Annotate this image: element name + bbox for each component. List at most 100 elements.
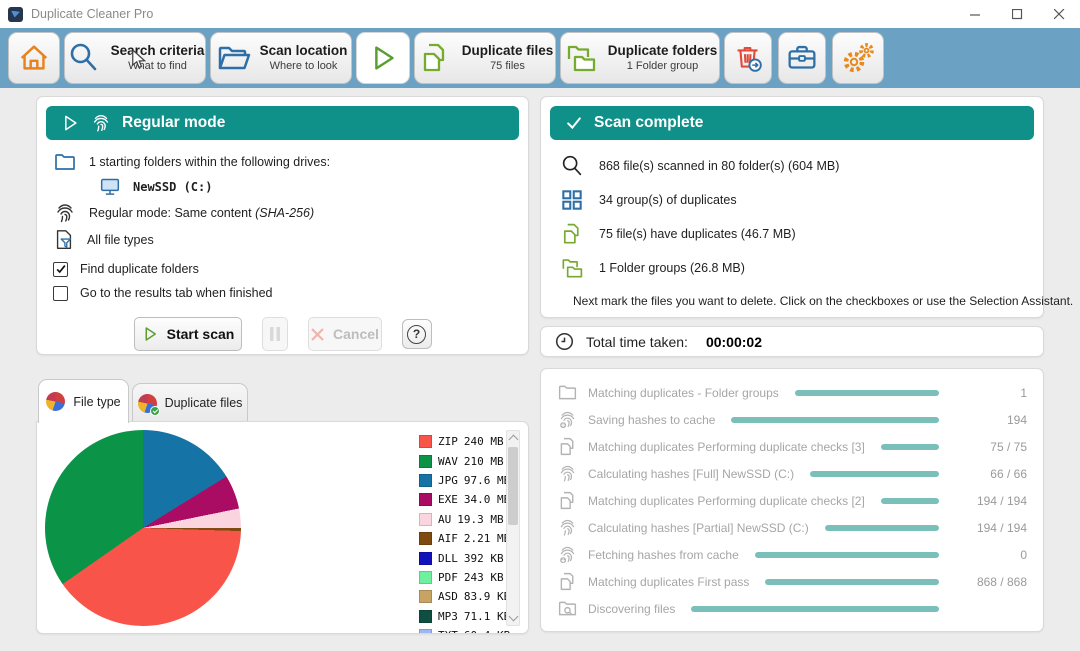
progress-bar <box>881 498 939 504</box>
legend-item: AIF2.21 MB <box>419 529 505 548</box>
tab-file-type[interactable]: File type <box>38 379 129 423</box>
tab-settings[interactable] <box>832 32 884 84</box>
fingerprint-icon <box>557 517 578 538</box>
tab-home[interactable] <box>8 32 60 84</box>
scrollbar-thumb[interactable] <box>508 447 518 525</box>
fingerprint-icon <box>53 201 77 225</box>
legend-swatch <box>419 590 432 603</box>
briefcase-icon <box>783 39 821 77</box>
tab-dupfiles-sub: 75 files <box>462 60 554 73</box>
start-scan-button[interactable]: Start scan <box>134 317 242 351</box>
scan-complete-header: Scan complete <box>550 106 1034 140</box>
progress-label: Calculating hashes [Partial] NewSSD (C:) <box>588 521 809 535</box>
search-icon <box>559 153 585 179</box>
progress-bar <box>795 390 939 396</box>
legend-swatch <box>419 629 432 634</box>
trash-icon <box>729 39 767 77</box>
folder-icon <box>215 40 251 76</box>
duplicate-files-icon <box>557 490 578 511</box>
progress-bar <box>691 606 939 612</box>
check-badge-icon <box>150 406 160 416</box>
pause-button[interactable] <box>262 317 288 351</box>
tab-delete[interactable] <box>724 32 772 84</box>
folder-icon <box>557 382 578 403</box>
help-button[interactable]: ? <box>402 319 432 349</box>
legend-item: WAV210 MB <box>419 451 505 470</box>
tab-dupfolders-sub: 1 Folder group <box>608 60 718 73</box>
total-time-label: Total time taken: <box>586 334 688 350</box>
progress-row: Saving hashes to cache 194 <box>551 406 1033 433</box>
app-icon <box>8 7 23 22</box>
legend-item: EXE34.0 MB <box>419 490 505 509</box>
legend-item: TXT60.4 KB <box>419 626 505 634</box>
legend-item: JPG97.6 MB <box>419 471 505 490</box>
progress-label: Discovering files <box>588 602 675 616</box>
duplicate-files-text: 75 file(s) have duplicates (46.7 MB) <box>599 227 796 241</box>
progress-label: Matching duplicates First pass <box>588 575 749 589</box>
legend-item: ZIP240 MB <box>419 432 505 451</box>
title-bar: Duplicate Cleaner Pro <box>0 0 1080 28</box>
tab-scan-sub: Where to look <box>260 60 348 73</box>
drive-icon <box>99 177 121 197</box>
progress-row: Matching duplicates Performing duplicate… <box>551 487 1033 514</box>
legend-swatch <box>419 571 432 584</box>
tab-duplicate-files[interactable]: Duplicate files75 files <box>414 32 556 84</box>
minimize-button[interactable] <box>954 0 996 28</box>
progress-row: Matching duplicates - Folder groups 1 <box>551 379 1033 406</box>
cancel-button[interactable]: Cancel <box>308 317 382 351</box>
tab-tools[interactable] <box>778 32 826 84</box>
legend-swatch <box>419 455 432 468</box>
progress-value: 194 / 194 <box>955 521 1027 535</box>
progress-label: Matching duplicates - Folder groups <box>588 386 779 400</box>
play-icon <box>60 113 80 133</box>
total-time-panel: Total time taken: 00:00:02 <box>540 326 1044 357</box>
drive-name: NewSSD (C:) <box>133 180 212 194</box>
find-duplicate-folders-checkbox[interactable] <box>53 262 68 277</box>
tab-start-scan[interactable] <box>356 32 410 84</box>
tab-duplicate-files-label: Duplicate files <box>165 396 243 410</box>
legend-scrollbar[interactable] <box>506 430 520 626</box>
pause-icon <box>269 326 281 342</box>
progress-value: 194 / 194 <box>955 494 1027 508</box>
tab-duplicate-folders[interactable]: Duplicate folders1 Folder group <box>560 32 720 84</box>
progress-bar <box>765 579 939 585</box>
cancel-x-icon <box>310 327 325 342</box>
progress-row: Matching duplicates Performing duplicate… <box>551 433 1033 460</box>
duplicate-files-icon <box>559 221 585 247</box>
question-icon: ? <box>407 325 426 344</box>
legend-swatch <box>419 610 432 623</box>
close-button[interactable] <box>1038 0 1080 28</box>
progress-bar <box>731 417 939 423</box>
scan-complete-panel: Scan complete 868 file(s) scanned in 80 … <box>540 96 1044 318</box>
folder-search-icon <box>557 598 578 619</box>
tab-scan-location[interactable]: Scan locationWhere to look <box>210 32 352 84</box>
file-type-chart-panel: ZIP240 MB WAV210 MB JPG97.6 MB EXE34.0 M… <box>36 421 529 634</box>
scroll-down-icon[interactable] <box>509 612 519 622</box>
duplicate-folders-icon <box>563 40 599 76</box>
fingerprint-icon <box>557 463 578 484</box>
scan-complete-title: Scan complete <box>594 114 703 132</box>
groups-icon <box>559 187 585 213</box>
progress-bar <box>825 525 939 531</box>
progress-value: 868 / 868 <box>955 575 1027 589</box>
start-scan-label: Start scan <box>167 326 235 342</box>
progress-label: Matching duplicates Performing duplicate… <box>588 440 865 454</box>
progress-value: 194 <box>955 413 1027 427</box>
goto-results-checkbox[interactable] <box>53 286 68 301</box>
progress-row: Calculating hashes [Full] NewSSD (C:) 66… <box>551 460 1033 487</box>
progress-label: Saving hashes to cache <box>588 413 715 427</box>
tab-file-type-label: File type <box>73 395 120 409</box>
legend-swatch <box>419 474 432 487</box>
check-icon <box>55 263 67 275</box>
legend-item: ASD83.9 KB <box>419 587 505 606</box>
progress-row: Matching duplicates First pass 868 / 868 <box>551 568 1033 595</box>
progress-label: Fetching hashes from cache <box>588 548 739 562</box>
maximize-button[interactable] <box>996 0 1038 28</box>
tab-duplicate-files-chart[interactable]: Duplicate files <box>132 383 248 423</box>
scroll-up-icon[interactable] <box>509 435 519 445</box>
regular-mode-panel: Regular mode 1 starting folders within t… <box>36 96 529 355</box>
scan-mode-text: Regular mode: Same content <box>89 206 255 220</box>
progress-panel: Matching duplicates - Folder groups 1 Sa… <box>540 368 1044 632</box>
tab-scan-title: Scan location <box>260 43 348 60</box>
progress-label: Calculating hashes [Full] NewSSD (C:) <box>588 467 794 481</box>
